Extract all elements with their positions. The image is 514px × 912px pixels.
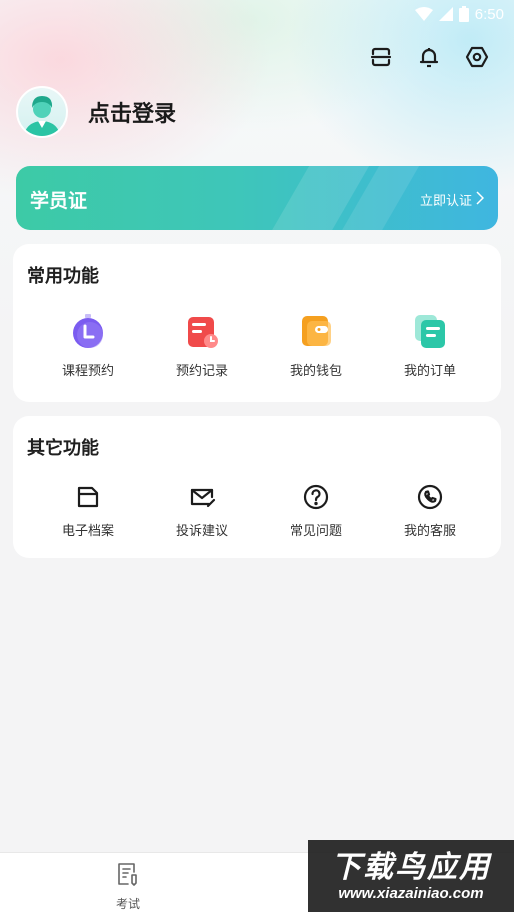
status-bar: 6:50	[0, 0, 514, 28]
other-functions-title: 其它功能	[27, 438, 99, 459]
customer-service-label: 我的客服	[403, 524, 456, 539]
signal-icon	[438, 7, 453, 21]
booking-records-label: 预约记录	[175, 364, 228, 379]
other-functions-grid: 电子档案 投诉建议 常见问题 我的客服	[13, 482, 501, 539]
e-archive-item[interactable]: 电子档案	[31, 482, 145, 539]
calendar-icon	[183, 312, 221, 350]
bell-icon[interactable]	[416, 44, 442, 70]
watermark-title: 下载鸟应用	[331, 849, 491, 885]
my-orders-item[interactable]: 我的订单	[373, 312, 487, 379]
battery-icon	[458, 6, 469, 22]
other-functions-panel: 其它功能 电子档案 投诉建议 常见问题 我的客服	[13, 416, 501, 558]
my-orders-label: 我的订单	[403, 364, 456, 379]
scan-icon[interactable]	[368, 44, 394, 70]
watermark-logo: 下载鸟应用 www.xiazainiao.com	[308, 840, 514, 912]
complaints-item[interactable]: 投诉建议	[145, 482, 259, 539]
folder-icon	[69, 482, 107, 512]
student-card-title: 学员证	[30, 190, 88, 212]
student-card-banner[interactable]: 学员证 立即认证	[16, 166, 498, 230]
mail-icon	[183, 482, 221, 512]
phone-icon	[411, 482, 449, 512]
login-prompt[interactable]: 点击登录	[88, 96, 176, 128]
header-actions	[368, 44, 490, 70]
wallet-icon	[297, 312, 335, 350]
wifi-icon	[414, 7, 433, 21]
common-functions-panel: 常用功能 课程预约 预约记录 我的钱包 我的订单	[13, 244, 501, 402]
chevron-right-icon	[476, 190, 485, 209]
common-functions-title: 常用功能	[27, 266, 99, 287]
my-wallet-item[interactable]: 我的钱包	[259, 312, 373, 379]
clock-icon	[69, 312, 107, 350]
question-icon	[297, 482, 335, 512]
complaints-label: 投诉建议	[175, 524, 228, 539]
course-booking-item[interactable]: 课程预约	[31, 312, 145, 379]
login-area[interactable]: 点击登录	[16, 86, 176, 138]
course-booking-label: 课程预约	[61, 364, 114, 379]
verify-now-label: 立即认证	[419, 194, 472, 209]
watermark-url: www.xiazainiao.com	[338, 884, 484, 902]
status-time: 6:50	[474, 5, 504, 23]
common-functions-grid: 课程预约 预约记录 我的钱包 我的订单	[13, 312, 501, 379]
order-icon	[411, 312, 449, 350]
avatar[interactable]	[16, 86, 68, 138]
settings-icon[interactable]	[464, 44, 490, 70]
customer-service-item[interactable]: 我的客服	[373, 482, 487, 539]
faq-label: 常见问题	[289, 524, 342, 539]
nav-item-exam[interactable]: 考试	[88, 861, 168, 912]
my-wallet-label: 我的钱包	[289, 364, 342, 379]
booking-records-item[interactable]: 预约记录	[145, 312, 259, 379]
e-archive-label: 电子档案	[61, 524, 114, 539]
nav-label-exam: 考试	[115, 897, 140, 911]
faq-item[interactable]: 常见问题	[259, 482, 373, 539]
exam-icon	[115, 861, 141, 891]
verify-now-link[interactable]: 立即认证	[419, 190, 485, 209]
